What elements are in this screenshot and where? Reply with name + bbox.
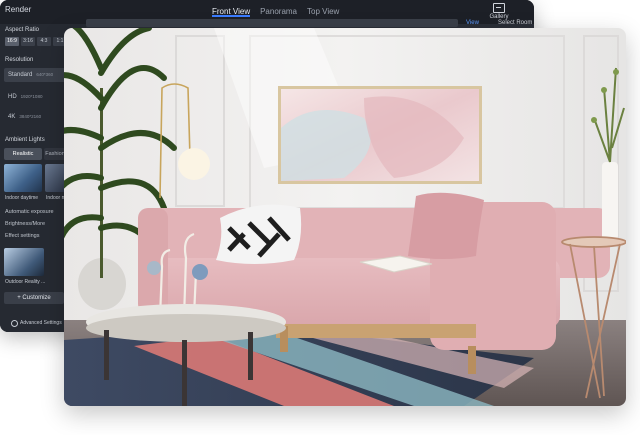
ambient-lights-heading: Ambient Lights [5,137,45,143]
resolution-label: 4K [8,114,16,120]
mode-realistic[interactable]: Realistic [4,148,42,160]
resolution-heading: Resolution [5,57,34,63]
preset-daytime-label: Indoor daytime [5,195,39,201]
outdoor-preset-label: Outdoor Reality ... [5,279,46,285]
ratio-option-16-9[interactable]: 16:9 [5,37,19,46]
rose-pillow [408,192,484,259]
automatic-exposure-option[interactable]: Automatic exposure [5,209,54,215]
resolution-label: HD [8,94,17,100]
render-scene [64,28,626,406]
gallery-button[interactable]: Gallery [488,3,510,20]
app-title: Render [5,5,32,14]
resolution-hd[interactable]: HD 1920*1080 [4,90,66,104]
viewport-toolbar [86,19,458,27]
resolution-label: Standard [8,72,33,78]
mode-fashion[interactable]: Fashion [44,148,66,160]
resolution-4k[interactable]: 4K 3840*2160 [4,110,66,124]
resolution-size: 3840*2160 [19,114,42,119]
select-room-button[interactable]: Select Room [498,20,532,26]
gallery-icon [493,3,505,13]
effect-settings-option[interactable]: Effect settings [5,233,39,239]
resolution-size: 1920*1080 [20,94,43,99]
ratio-option-4-3[interactable]: 4:3 [37,37,51,46]
outdoor-thumbnail-icon[interactable] [4,248,44,276]
resolution-standard[interactable]: Standard 640*360 [4,68,66,82]
customize-button[interactable]: + Customize [4,292,64,304]
preset-night-label: Indoor n [46,195,65,201]
ratio-option-3-16[interactable]: 3:16 [21,37,35,46]
hydrangea [147,261,161,275]
render-preview [64,28,626,406]
hydrangea [192,264,208,280]
customize-label: Customize [22,295,51,301]
tab-panorama[interactable]: Panorama [260,0,297,17]
tab-top-view[interactable]: Top View [307,0,339,17]
brightness-option[interactable]: Brightness/More [5,221,45,227]
daylight-thumbnail-icon[interactable] [4,164,42,192]
abstract-painting-icon [278,86,482,184]
resolution-size: 640*360 [36,72,54,77]
gear-icon [11,320,18,327]
tab-front-view[interactable]: Front View [212,0,251,17]
aspect-ratio-heading: Aspect Ratio [5,27,40,33]
advanced-settings-link[interactable]: Advanced Settings [20,320,62,326]
view-button[interactable]: View [466,20,479,26]
